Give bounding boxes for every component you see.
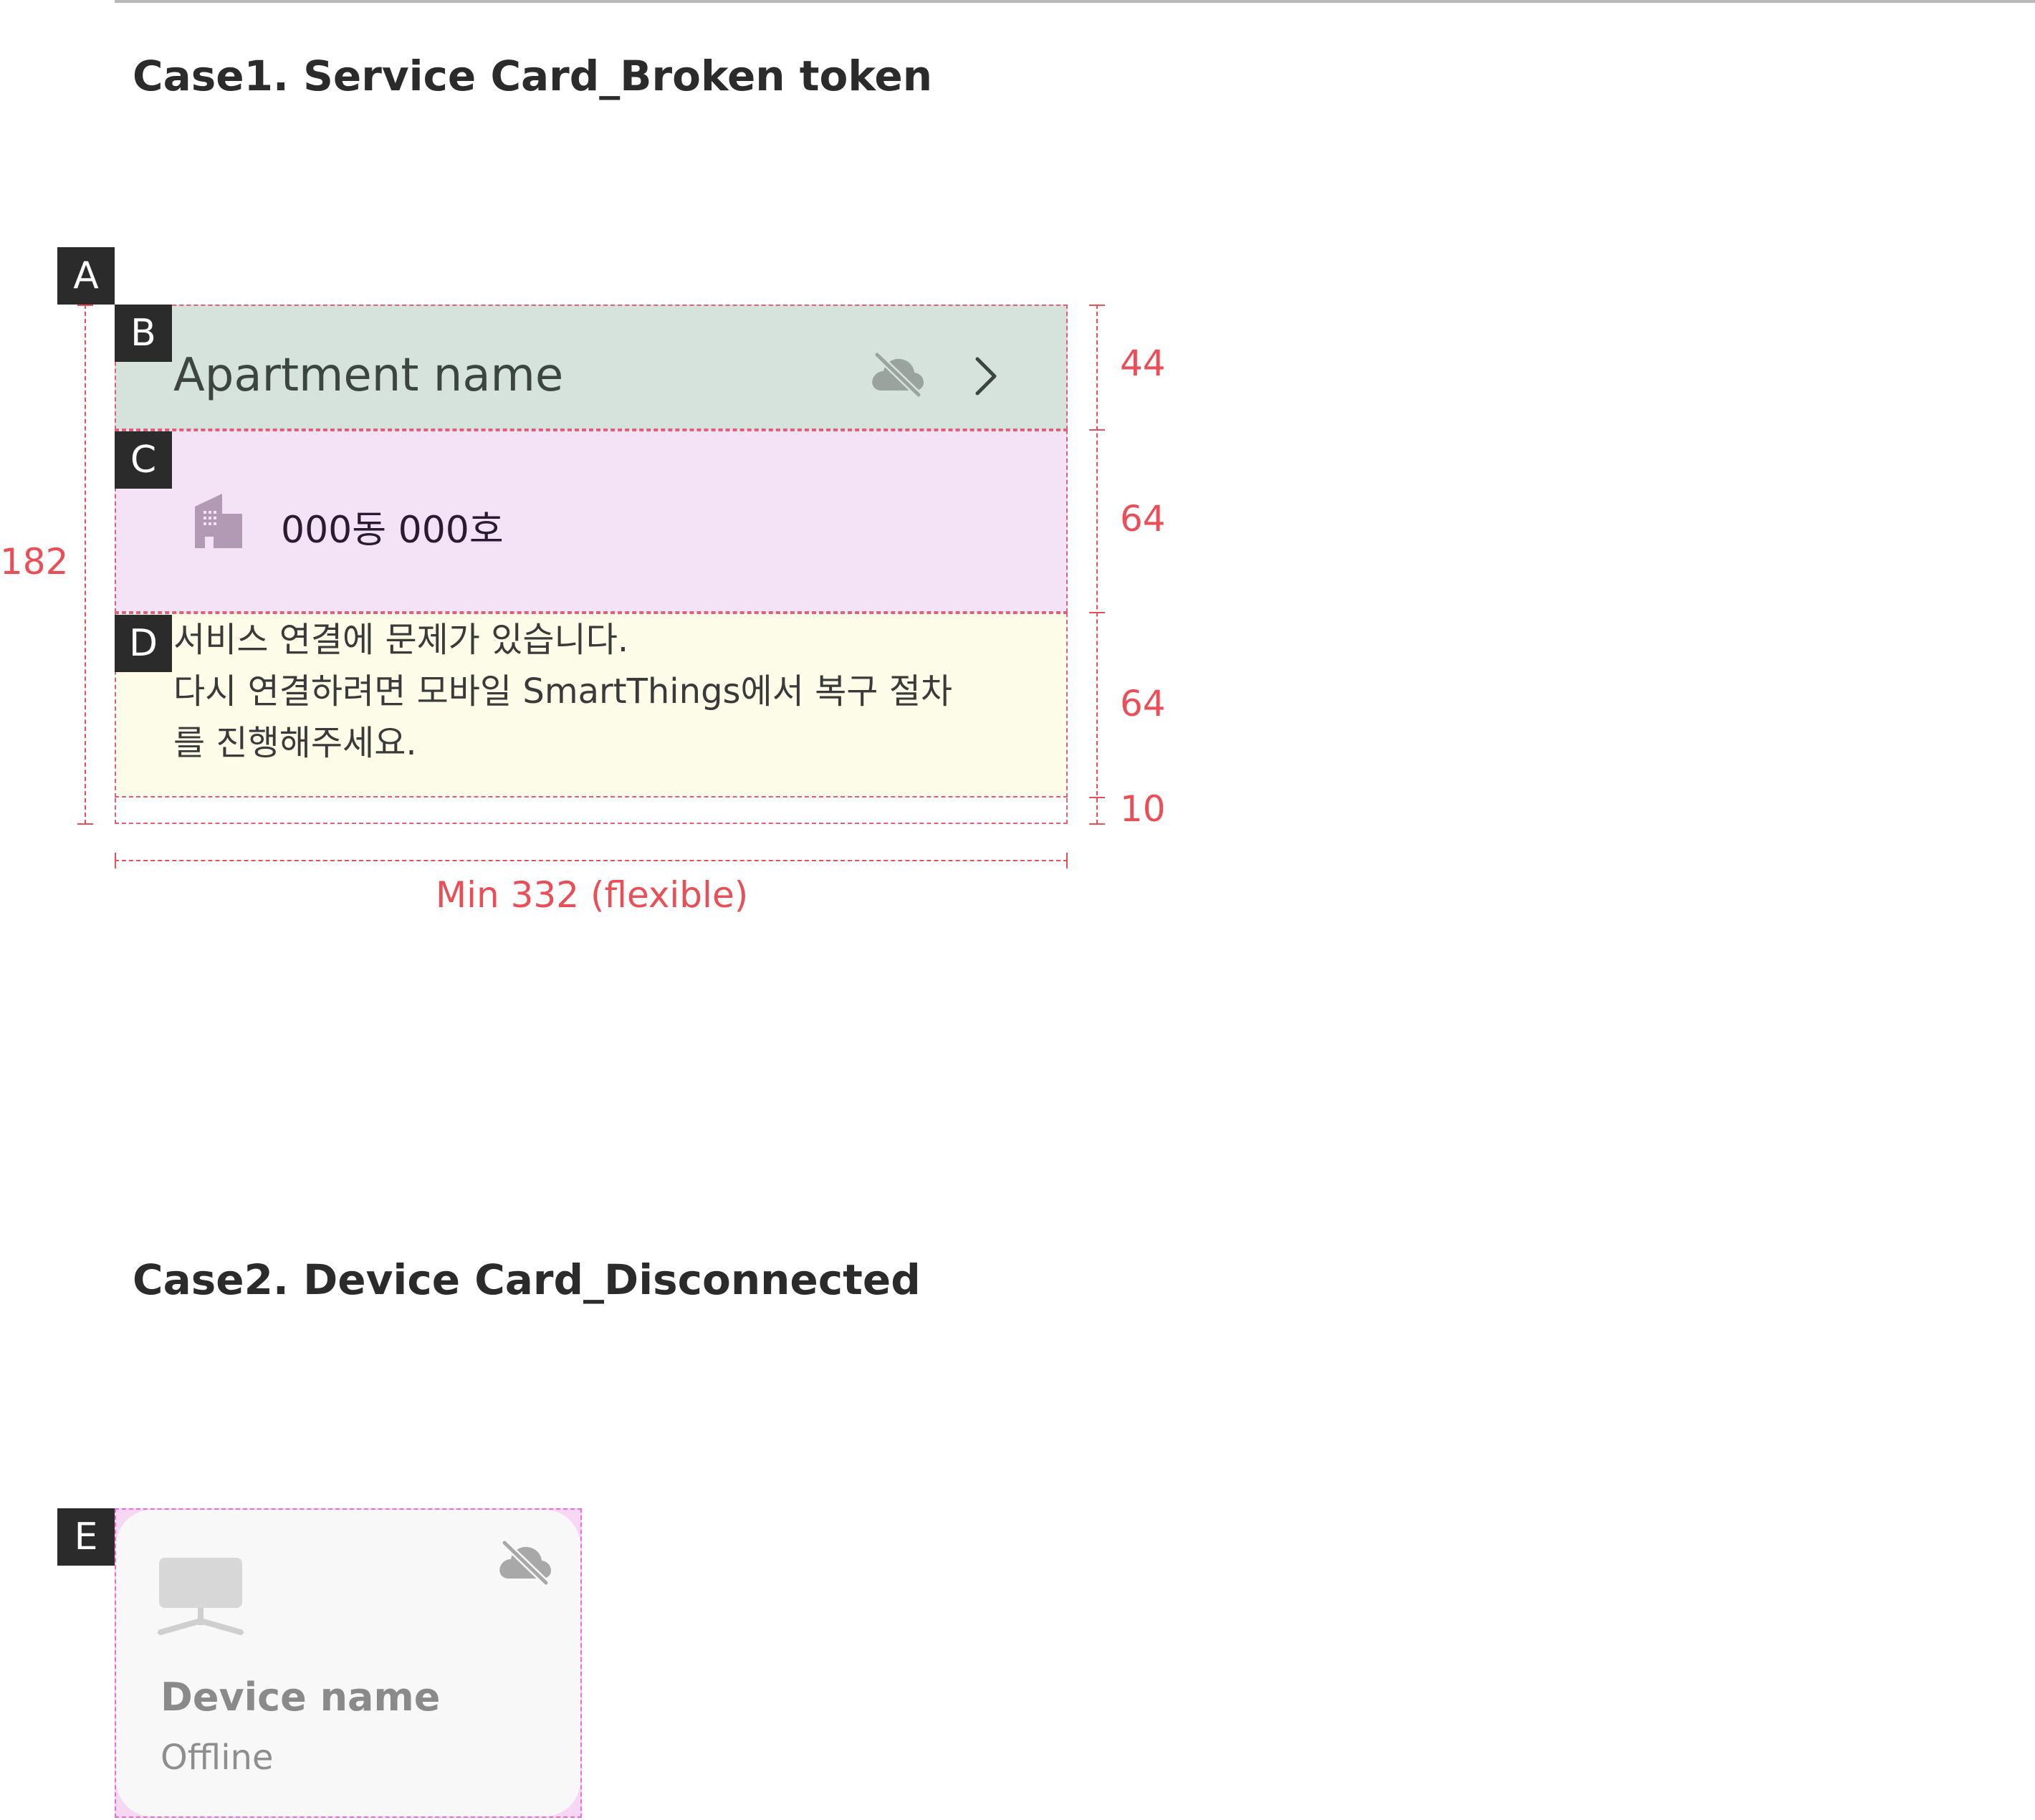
monitor-icon [158, 1556, 244, 1635]
dim-tick [1089, 797, 1105, 798]
building-icon [193, 492, 244, 550]
device-card[interactable]: Device name Offline [116, 1510, 580, 1816]
dim-tick [77, 823, 93, 825]
cloud-off-icon [496, 1537, 553, 1587]
case2-title: Case2. Device Card_Disconnected [133, 1255, 921, 1304]
error-message-line3: 를 진행해주세요. [173, 723, 417, 763]
dim-tick [1089, 612, 1105, 613]
error-message-line1: 서비스 연결에 문제가 있습니다. [173, 620, 629, 660]
cloud-off-icon [868, 349, 926, 399]
device-name: Device name [161, 1675, 441, 1720]
apartment-name: Apartment name [173, 349, 564, 402]
chevron-right-icon[interactable] [969, 355, 1005, 398]
width-label: Min 332 (flexible) [436, 874, 749, 916]
case1-title: Case1. Service Card_Broken token [133, 52, 932, 100]
dim-tick [1089, 305, 1105, 306]
label-c: C [115, 431, 172, 489]
dim-tick [1089, 429, 1105, 431]
padding-height-label: 10 [1120, 788, 1166, 830]
dim-tick [77, 305, 93, 306]
service-card-header[interactable]: Apartment name [115, 305, 1068, 430]
dim-tick [115, 853, 116, 868]
message-height-label: 64 [1120, 683, 1166, 724]
error-message-line2: 다시 연결하려면 모바일 SmartThings에서 복구 절차 [173, 671, 953, 712]
device-status: Offline [161, 1738, 274, 1778]
label-a: A [57, 247, 115, 305]
unit-row: 000동 000호 [115, 430, 1068, 613]
unit-height-label: 64 [1120, 498, 1166, 540]
label-e: E [57, 1508, 115, 1566]
total-height-label: 182 [0, 541, 69, 583]
width-dim-line [115, 860, 1068, 861]
unit-number: 000동 000호 [281, 509, 504, 552]
top-divider [115, 0, 2035, 3]
label-b: B [115, 305, 172, 362]
total-height-dim-line [85, 305, 86, 824]
error-message-area: 서비스 연결에 문제가 있습니다. 다시 연결하려면 모바일 SmartThin… [115, 613, 1068, 798]
dim-tick [1066, 853, 1068, 868]
dim-tick [1089, 823, 1105, 825]
label-d: D [115, 615, 172, 672]
section-height-dim-line [1096, 305, 1098, 824]
header-height-label: 44 [1120, 343, 1166, 384]
